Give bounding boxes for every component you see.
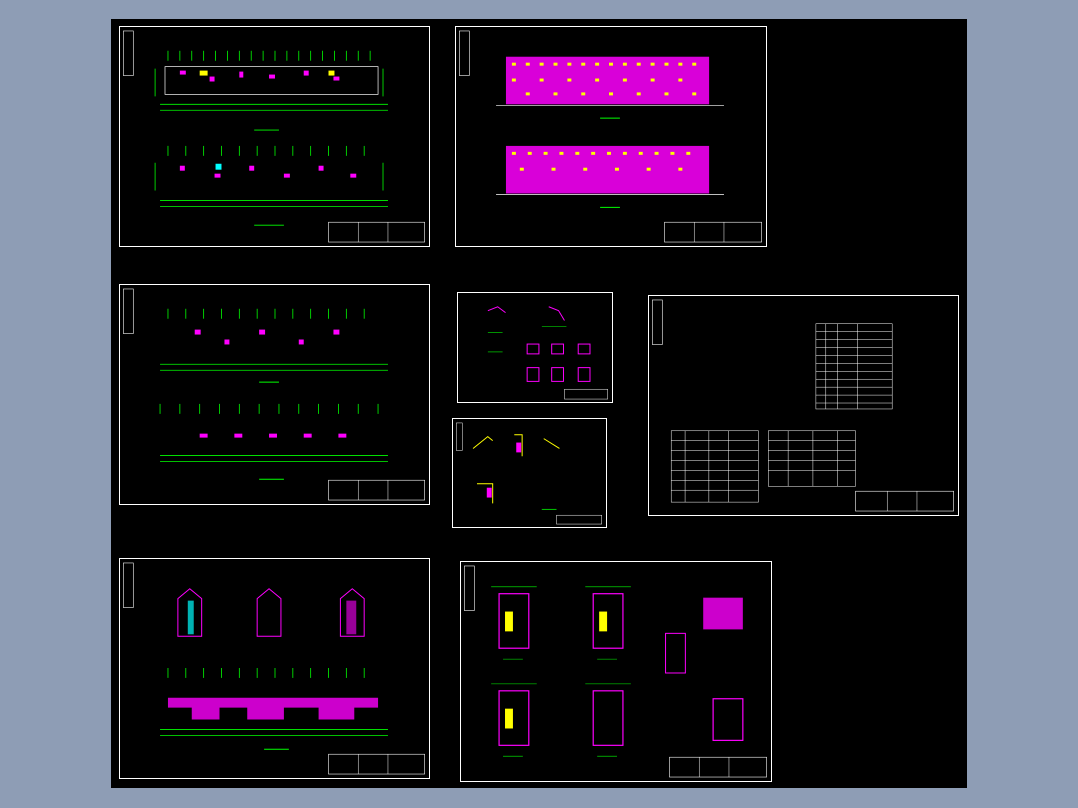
sheet-stair-details[interactable] [460,561,772,782]
plan-stair-1 [199,70,208,76]
detail-block-1 [703,597,743,630]
section-stair-1 [187,600,194,635]
detail-profiles [487,306,591,382]
section-stair-3 [346,600,357,635]
dimension-ticks-top [154,50,388,111]
sheet-sections-roof[interactable] [119,558,430,779]
title-block [564,388,608,400]
sheet-floor-plans-2[interactable] [119,284,430,505]
details-2-drawing [456,422,602,525]
title-block [556,514,602,525]
title-block [328,479,425,501]
title-block [328,221,425,243]
elevations-drawing [459,30,762,243]
sheet-details-2[interactable] [452,418,607,528]
binding-strip [464,565,475,611]
title-block [664,221,762,243]
dimension-ticks [159,308,388,462]
detail-block-2 [665,632,686,674]
binding-strip [123,562,134,608]
detail-fills [486,442,522,498]
binding-strip [123,288,134,334]
binding-strip [123,30,134,76]
sheet-elevations[interactable] [455,26,767,247]
floor-plans-drawing [123,30,425,243]
plan-core-2 [215,163,222,170]
sheet-notes-tables[interactable] [648,295,959,516]
schedule-table-2 [670,430,759,503]
plan-outline-1 [164,66,379,95]
title-block [328,753,425,775]
schedule-table-1 [815,323,893,410]
binding-strip [652,299,663,345]
plan-stair-2 [328,70,335,76]
sheet-floor-plans-1[interactable] [119,26,430,247]
plan-walls-2 [179,165,357,178]
notes-tables-drawing [652,299,954,512]
building-sections [177,588,365,637]
roof-plan [167,697,379,720]
stair-treads [505,611,608,729]
detail-sections [472,434,560,504]
stair-details-drawing [464,565,767,778]
title-block [855,490,954,512]
schedule-table-3 [768,430,856,487]
detail-block-3 [712,698,744,741]
drawing-canvas[interactable] [111,19,967,788]
sections-roof-drawing [123,562,425,775]
plan-walls [194,329,347,438]
details-1-drawing [487,306,608,400]
binding-strip [459,30,470,76]
sheet-details-1[interactable] [457,292,613,403]
title-block [669,756,767,778]
floor-plans-2-drawing [123,288,425,501]
